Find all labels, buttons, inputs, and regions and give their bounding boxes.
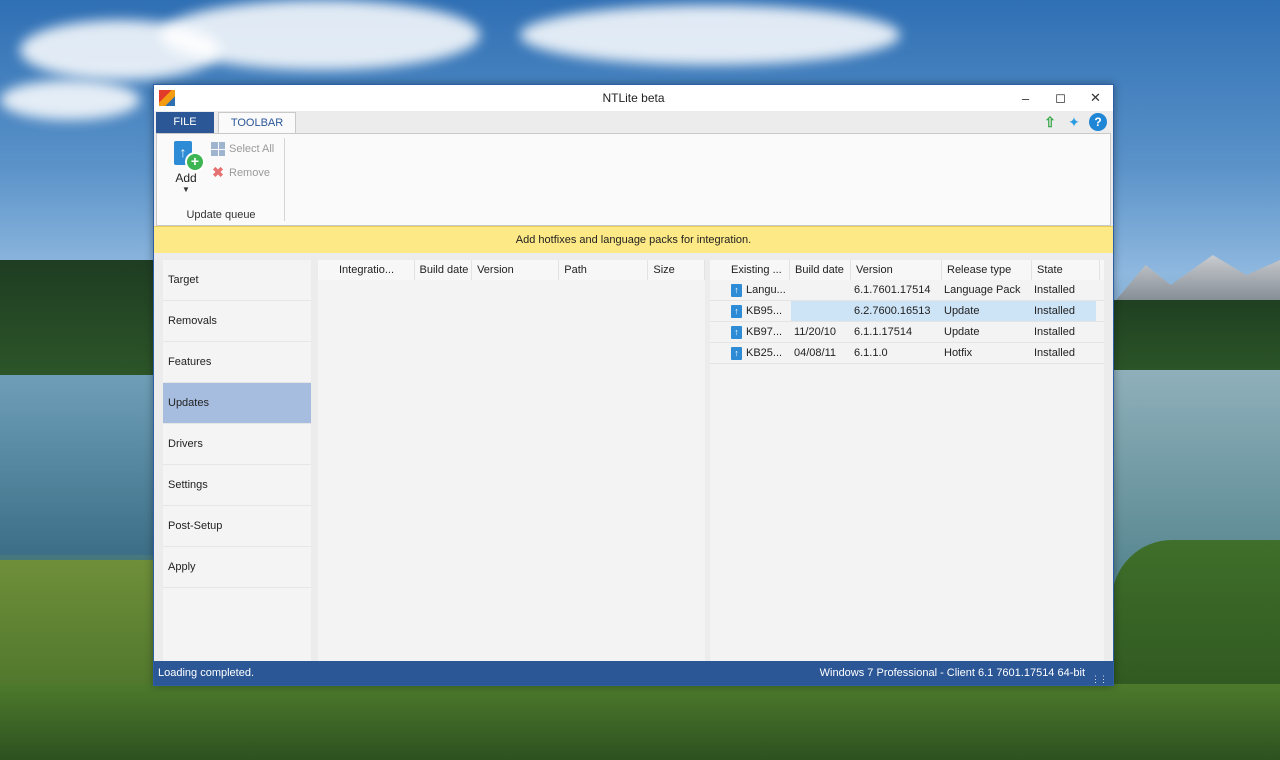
sidebar-item-target[interactable]: Target — [163, 260, 311, 301]
row-name: Langu... — [746, 284, 786, 296]
ribbon-toolbar: ↑ + Add ▼ Select All ✖ Remove Update que… — [156, 133, 1111, 226]
close-button[interactable]: ✕ — [1078, 85, 1113, 111]
update-arrow-icon[interactable]: ⇧ — [1041, 113, 1059, 131]
existing-updates-table[interactable]: Existing ... Build date Version Release … — [710, 260, 1104, 661]
column-header-size[interactable]: Size — [648, 260, 705, 280]
info-banner: Add hotfixes and language packs for inte… — [154, 226, 1113, 253]
column-header-existing[interactable]: Existing ... — [710, 260, 790, 280]
table-header: Integratio... Build date Version Path Si… — [318, 260, 705, 280]
column-header-version[interactable]: Version — [472, 260, 560, 280]
update-package-icon: ↑ — [731, 325, 742, 339]
row-version: 6.1.7601.17514 — [854, 284, 931, 296]
column-header-integration[interactable]: Integratio... — [318, 260, 415, 280]
table-row[interactable]: ↑ KB97... 11/20/10 6.1.1.17514 Update Ins… — [710, 322, 1104, 343]
column-header-state[interactable]: State — [1032, 260, 1100, 280]
sidebar-item-updates[interactable]: Updates — [163, 383, 311, 424]
row-name: KB25... — [746, 347, 783, 359]
table-row[interactable]: ↑ Langu... 6.1.7601.17514 Language Pack I… — [710, 280, 1104, 301]
update-package-icon: ↑ — [731, 346, 742, 360]
os-info-text: Windows 7 Professional - Client 6.1 7601… — [819, 667, 1085, 679]
ribbon-tabs: FILE TOOLBAR ⇧ ✦ ? — [154, 111, 1113, 133]
row-state: Installed — [1034, 347, 1075, 359]
status-bar: Loading completed. Windows 7 Professiona… — [154, 661, 1113, 685]
title-bar[interactable]: NTLite beta – ◻ ✕ — [154, 85, 1113, 111]
row-name: KB97... — [746, 326, 783, 338]
column-header-build-date[interactable]: Build date — [790, 260, 851, 280]
status-text: Loading completed. — [158, 667, 255, 679]
tab-file[interactable]: FILE — [156, 112, 214, 133]
remove-icon: ✖ — [212, 164, 224, 180]
row-version: 6.1.1.17514 — [854, 326, 913, 338]
close-icon: ✕ — [1090, 90, 1101, 105]
chevron-down-icon: ▼ — [182, 185, 190, 194]
add-update-icon: ↑ + — [172, 140, 205, 172]
column-header-path[interactable]: Path — [559, 260, 649, 280]
ribbon-group-label: Update queue — [186, 209, 256, 221]
add-button-label: Add — [175, 171, 197, 185]
row-release-type: Update — [944, 326, 980, 338]
sidebar-item-settings[interactable]: Settings — [163, 465, 311, 506]
sidebar-nav: Target Removals Features Updates Drivers… — [163, 260, 311, 661]
remove-label: Remove — [229, 166, 270, 179]
remove-button[interactable]: ✖ Remove — [211, 164, 270, 181]
sidebar-item-removals[interactable]: Removals — [163, 301, 311, 342]
update-package-icon: ↑ — [731, 283, 742, 297]
row-build-date — [791, 280, 851, 300]
select-all-label: Select All — [229, 143, 275, 155]
sidebar-item-apply[interactable]: Apply — [163, 547, 311, 588]
row-version: 6.1.1.0 — [854, 347, 888, 359]
twitter-icon[interactable]: ✦ — [1065, 113, 1083, 131]
table-row[interactable]: ↑ KB95... 6.2.7600.16513 Update Installed — [710, 301, 1104, 322]
update-queue-table[interactable]: Integratio... Build date Version Path Si… — [318, 260, 705, 661]
table-header: Existing ... Build date Version Release … — [710, 260, 1104, 280]
add-button[interactable]: ↑ + Add ▼ — [167, 140, 205, 194]
help-icon[interactable]: ? — [1089, 113, 1107, 131]
maximize-button[interactable]: ◻ — [1043, 85, 1078, 111]
row-state: Installed — [1034, 326, 1075, 338]
tab-toolbar[interactable]: TOOLBAR — [218, 112, 296, 133]
main-area: Target Removals Features Updates Drivers… — [154, 253, 1113, 661]
column-header-release-type[interactable]: Release type — [942, 260, 1032, 280]
row-release-type: Hotfix — [944, 347, 973, 359]
row-release-type: Update — [941, 301, 1031, 321]
sidebar-item-drivers[interactable]: Drivers — [163, 424, 311, 465]
window-title: NTLite beta — [602, 91, 665, 105]
row-build-date: 04/08/11 — [794, 347, 837, 359]
column-header-version[interactable]: Version — [851, 260, 942, 280]
row-build-date — [791, 301, 851, 321]
row-name: KB95... — [746, 305, 783, 317]
select-all-icon — [211, 142, 225, 156]
row-build-date: 11/20/10 — [794, 326, 837, 338]
sidebar-item-features[interactable]: Features — [163, 342, 311, 383]
ntlite-window: NTLite beta – ◻ ✕ FILE TOOLBAR ⇧ ✦ ? ↑ +… — [153, 84, 1114, 686]
row-state: Installed — [1034, 284, 1075, 296]
row-release-type: Language Pack — [944, 284, 1021, 296]
select-all-button[interactable]: Select All — [211, 142, 274, 156]
ribbon-separator — [284, 138, 285, 221]
minimize-button[interactable]: – — [1008, 85, 1043, 111]
update-package-icon: ↑ — [731, 304, 742, 318]
column-header-build-date[interactable]: Build date — [415, 260, 473, 280]
maximize-icon: ◻ — [1055, 90, 1066, 105]
row-version: 6.2.7600.16513 — [851, 301, 941, 321]
minimize-icon: – — [1021, 90, 1030, 106]
table-row[interactable]: ↑ KB25... 04/08/11 6.1.1.0 Hotfix Install… — [710, 343, 1104, 364]
row-state: Installed — [1031, 301, 1096, 321]
sidebar-item-post-setup[interactable]: Post-Setup — [163, 506, 311, 547]
resize-grip-icon[interactable]: ⋮⋮ — [1091, 667, 1108, 691]
